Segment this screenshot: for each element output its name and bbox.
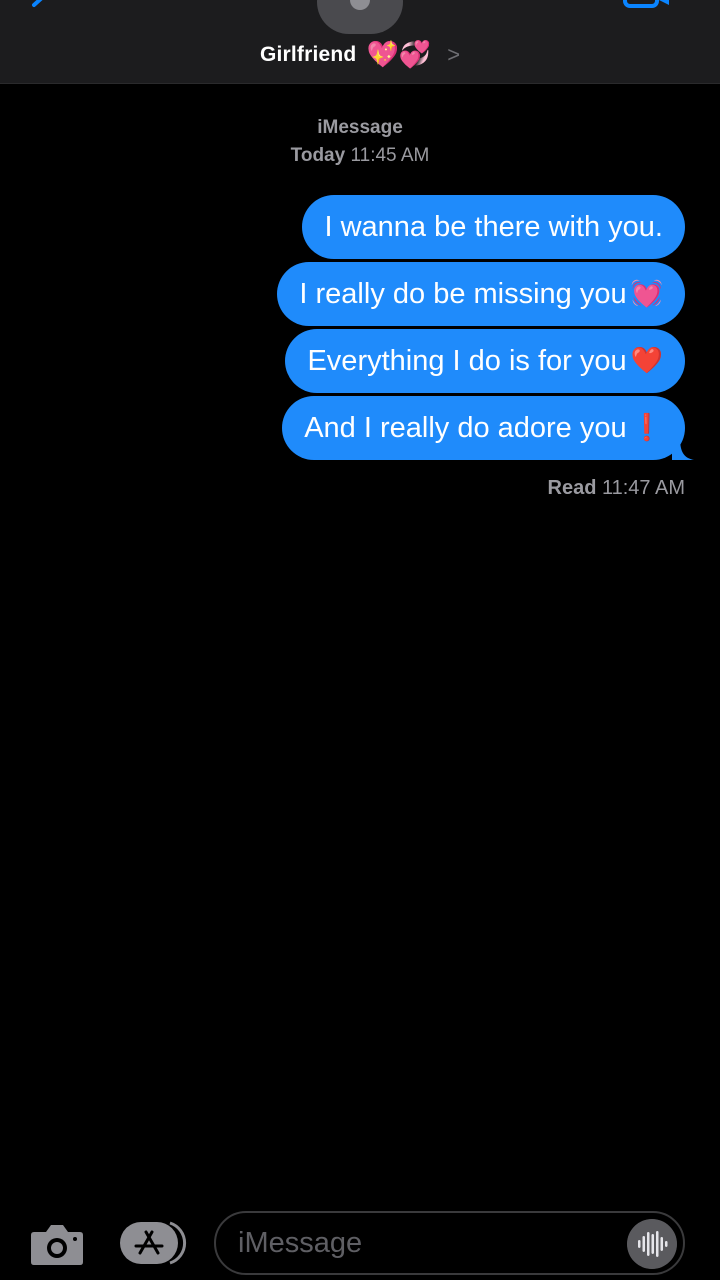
message-emoji: ❤️	[630, 346, 663, 376]
read-receipt: Read 11:47 AM	[548, 477, 686, 500]
read-label: Read	[547, 477, 597, 499]
message-text: I really do be missing you	[299, 278, 627, 310]
message-bubble[interactable]: Everything I do is for you ❤️	[285, 329, 685, 393]
service-label: iMessage	[317, 117, 403, 138]
camera-icon[interactable]	[30, 1222, 84, 1266]
message-bubble[interactable]: I really do be missing you 💓	[277, 262, 685, 326]
audio-waveform-icon[interactable]	[627, 1219, 677, 1269]
message-thread: I wanna be there with you. I really do b…	[277, 195, 694, 460]
message-bubble[interactable]: And I really do adore you ❗	[282, 396, 694, 460]
message-input-placeholder: iMessage	[238, 1227, 363, 1259]
contact-name: Girlfriend	[259, 43, 357, 66]
message-bubble[interactable]: I wanna be there with you.	[302, 195, 685, 259]
avatar-person-icon	[350, 0, 370, 10]
back-chevron-icon[interactable]	[30, 0, 56, 14]
bubble-tail	[672, 438, 694, 460]
read-time: 11:47 AM	[601, 477, 685, 499]
avatar[interactable]	[317, 0, 403, 34]
message-text: I wanna be there with you.	[324, 211, 663, 243]
message-text: And I really do adore you	[304, 412, 627, 444]
timestamp-time: 11:45 AM	[350, 145, 430, 166]
app-store-icon[interactable]	[118, 1220, 188, 1266]
timestamp-day: Today	[290, 145, 346, 166]
conversation-timestamp: Today 11:45 AM	[0, 145, 720, 167]
message-emoji: 💓	[630, 279, 663, 309]
chevron-right-icon: >	[447, 42, 461, 67]
contact-title[interactable]: Girlfriend 💖💞 >	[0, 40, 720, 70]
video-camera-icon[interactable]	[622, 0, 672, 10]
conversation-header: Girlfriend 💖💞 >	[0, 0, 720, 84]
message-emoji: ❗	[630, 413, 663, 443]
contact-emojis: 💖💞	[366, 40, 432, 70]
message-text: Everything I do is for you	[307, 345, 627, 377]
message-input[interactable]: iMessage	[214, 1211, 685, 1275]
